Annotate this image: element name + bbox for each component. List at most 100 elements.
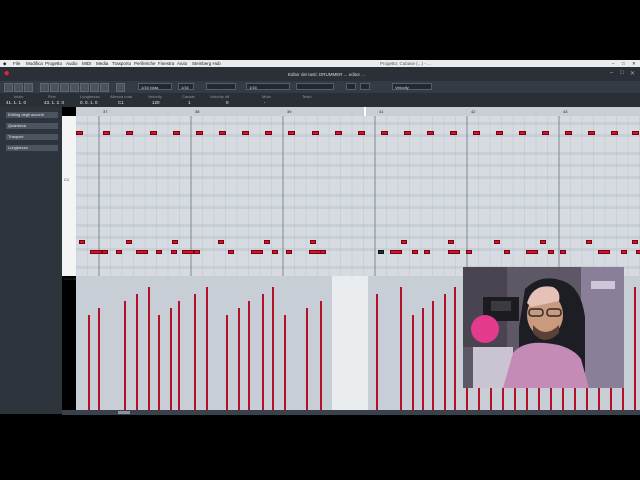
midi-note[interactable]: [632, 131, 639, 135]
midi-note[interactable]: [424, 250, 430, 254]
zoom-icon[interactable]: [100, 83, 109, 92]
autoscroll-icon[interactable]: [24, 83, 33, 92]
info-length-value[interactable]: 0. 0. 1. 0: [80, 100, 98, 105]
velocity-bar[interactable]: [88, 315, 90, 410]
velocity-bar[interactable]: [284, 315, 286, 410]
menu-file[interactable]: File: [13, 61, 20, 66]
midi-note[interactable]: [251, 250, 263, 254]
playhead-marker[interactable]: [364, 107, 366, 116]
midi-note[interactable]: [560, 250, 566, 254]
velocity-bar[interactable]: [412, 315, 414, 410]
midi-note[interactable]: [586, 240, 592, 244]
velocity-bar[interactable]: [306, 308, 308, 410]
midi-note[interactable]: [401, 240, 407, 244]
velocity-bar[interactable]: [194, 294, 196, 410]
scrollbar-thumb[interactable]: [118, 411, 130, 414]
horizontal-scrollbar[interactable]: [62, 410, 640, 415]
velocity-bar[interactable]: [206, 287, 208, 410]
inspector-section-chord-editing[interactable]: Editing degli accordi: [6, 112, 58, 118]
midi-note[interactable]: [194, 250, 200, 254]
midi-note[interactable]: [173, 131, 180, 135]
info-pitch-value[interactable]: C1: [118, 100, 124, 105]
velocity-bar[interactable]: [124, 301, 126, 410]
midi-note[interactable]: [320, 250, 326, 254]
velocity-bar[interactable]: [238, 308, 240, 410]
menu-audio[interactable]: Audio: [66, 61, 78, 66]
menu-media[interactable]: Media: [96, 61, 108, 66]
midi-note[interactable]: [79, 240, 85, 244]
midi-note[interactable]: [126, 131, 133, 135]
info-channel-value[interactable]: 1: [188, 100, 191, 105]
menu-edit[interactable]: Modifica: [26, 61, 43, 66]
glue-icon[interactable]: [90, 83, 99, 92]
midi-note[interactable]: [310, 240, 316, 244]
velocity-bar[interactable]: [320, 301, 322, 410]
midi-note[interactable]: [156, 250, 162, 254]
erase-icon[interactable]: [60, 83, 69, 92]
midi-note[interactable]: [540, 240, 546, 244]
trim-icon[interactable]: [70, 83, 79, 92]
velocity-bar[interactable]: [170, 308, 172, 410]
velocity-bar[interactable]: [226, 315, 228, 410]
info-mute-value[interactable]: -: [264, 100, 266, 105]
midi-note[interactable]: [611, 131, 618, 135]
midi-note[interactable]: [76, 131, 83, 135]
quantize-preset-dropdown[interactable]: 1/16 Nota: [138, 83, 172, 90]
midi-note[interactable]: [136, 250, 148, 254]
menu-transport[interactable]: Trasporto: [112, 61, 131, 66]
midi-note[interactable]: [632, 240, 638, 244]
midi-note[interactable]: [242, 131, 249, 135]
midi-note[interactable]: [450, 131, 457, 135]
velocity-bar[interactable]: [248, 301, 250, 410]
midi-note[interactable]: [103, 131, 110, 135]
timeline-ruler[interactable]: 37 38 39 41 42 43: [76, 107, 640, 116]
midi-note[interactable]: [126, 240, 132, 244]
minimize-icon[interactable]: –: [612, 61, 615, 66]
midi-note[interactable]: [90, 250, 102, 254]
midi-note[interactable]: [219, 131, 226, 135]
menu-project[interactable]: Progetto: [45, 61, 62, 66]
midi-note[interactable]: [412, 250, 418, 254]
velocity-bar[interactable]: [158, 315, 160, 410]
midi-note[interactable]: [588, 131, 595, 135]
midi-note[interactable]: [504, 250, 510, 254]
velocity-bar[interactable]: [634, 287, 636, 410]
midi-note[interactable]: [196, 131, 203, 135]
velocity-bar[interactable]: [432, 301, 434, 410]
midi-note[interactable]: [272, 250, 278, 254]
midi-note[interactable]: [390, 250, 402, 254]
midi-note[interactable]: [519, 131, 526, 135]
midi-note[interactable]: [473, 131, 480, 135]
menu-steinberg-hub[interactable]: Steinberg Hub: [192, 61, 221, 66]
midi-note[interactable]: [378, 250, 384, 254]
length-quantize-dropdown[interactable]: 1/16: [178, 83, 194, 90]
velocity-bar[interactable]: [444, 294, 446, 410]
menu-midi[interactable]: MIDI: [82, 61, 92, 66]
velocity-bar[interactable]: [376, 294, 378, 410]
inspector-section-quantize[interactable]: Quantizza: [6, 123, 58, 129]
draw-icon[interactable]: [50, 83, 59, 92]
menu-help[interactable]: Aiuto: [177, 61, 187, 66]
inspector-section-transpose[interactable]: Trasponi: [6, 134, 58, 140]
snap-icon[interactable]: [116, 83, 125, 92]
note-grid[interactable]: [76, 116, 640, 276]
snap-dropdown[interactable]: 1/16: [246, 83, 290, 90]
velocity-bar[interactable]: [178, 301, 180, 410]
midi-note[interactable]: [636, 250, 640, 254]
midi-note[interactable]: [542, 131, 549, 135]
midi-note[interactable]: [218, 240, 224, 244]
midi-note[interactable]: [182, 250, 194, 254]
midi-note[interactable]: [171, 250, 177, 254]
midi-note[interactable]: [286, 250, 292, 254]
velocity-bar[interactable]: [454, 287, 456, 410]
settings-icon[interactable]: [360, 83, 370, 90]
velocity-bar[interactable]: [262, 294, 264, 410]
midi-note[interactable]: [312, 131, 319, 135]
midi-note[interactable]: [381, 131, 388, 135]
info-velocity-value[interactable]: 120: [152, 100, 160, 105]
midi-note[interactable]: [448, 250, 460, 254]
velocity-bar[interactable]: [422, 308, 424, 410]
menu-devices[interactable]: Periferiche: [134, 61, 156, 66]
minimize-icon[interactable]: –: [610, 70, 613, 76]
midi-note[interactable]: [448, 240, 454, 244]
